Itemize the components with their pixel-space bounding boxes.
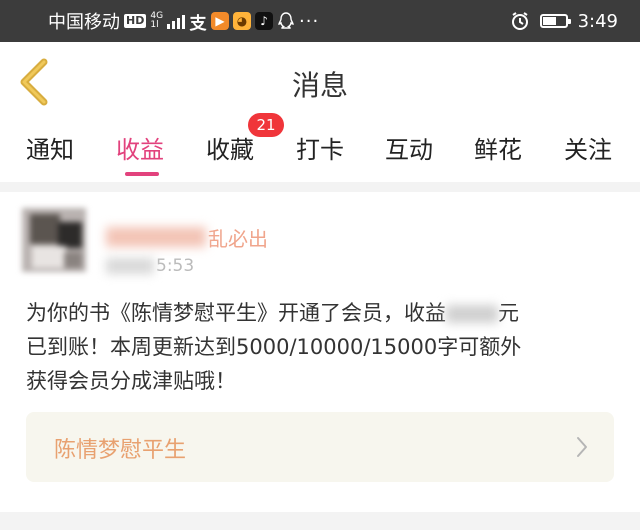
alipay-icon: 支	[189, 13, 207, 34]
battery-icon	[539, 14, 571, 28]
tab-follows[interactable]: 关注	[564, 130, 612, 165]
message-line: 为你的书《陈情梦慰平生》开通了会员，收益元	[26, 301, 519, 325]
signal-icon	[167, 13, 186, 29]
tab-checkin[interactable]: 打卡	[296, 130, 344, 165]
message-time: 5:53	[106, 254, 194, 278]
video-app-icon: ▶	[211, 12, 230, 30]
redacted-name	[106, 227, 206, 247]
book-title: 陈情梦慰平生	[54, 438, 187, 463]
tab-bar: 通知 收益 收藏 打卡 互动 鲜花 关注	[0, 122, 640, 180]
tab-favorites[interactable]: 收藏	[206, 130, 254, 165]
tab-notifications[interactable]: 通知	[26, 130, 74, 165]
carrier-label: 中国移动	[48, 12, 120, 33]
tab-interactions[interactable]: 互动	[385, 130, 433, 165]
section-divider	[0, 512, 640, 530]
tab-flowers[interactable]: 鲜花	[474, 130, 522, 165]
status-bar: 中国移动 HD 4G 1l 支 ▶ ◕ ♪ ··· 3:49	[0, 0, 640, 42]
section-divider	[0, 182, 640, 192]
redacted-time	[106, 258, 154, 274]
active-tab-indicator	[125, 172, 159, 176]
cat-app-icon: ◕	[233, 12, 252, 30]
header: 消息	[0, 42, 640, 122]
more-icon: ···	[299, 10, 320, 32]
battery-level	[542, 17, 556, 25]
qq-icon	[277, 12, 295, 30]
tab-earnings[interactable]: 收益	[116, 130, 164, 165]
message-line: 获得会员分成津贴哦！	[26, 369, 236, 393]
message-body: 为你的书《陈情梦慰平生》开通了会员，收益元 已到账！本周更新达到5000/100…	[26, 296, 616, 398]
tiktok-icon: ♪	[255, 12, 274, 30]
hd-icon: HD	[124, 14, 147, 28]
sender-name: 乱必出	[106, 224, 268, 251]
alarm-icon	[511, 12, 528, 30]
book-link-card[interactable]: 陈情梦慰平生	[26, 412, 614, 482]
redacted-amount	[446, 305, 498, 323]
avatar[interactable]	[22, 208, 86, 272]
message-line: 已到账！本周更新达到5000/10000/15000字可额外	[26, 335, 522, 359]
network-type-icon: 4G 1l	[150, 11, 164, 30]
chevron-right-icon	[577, 437, 587, 457]
page-title: 消息	[291, 69, 348, 102]
clock: 3:49	[577, 10, 618, 32]
favorites-count-badge: 21	[248, 113, 284, 137]
